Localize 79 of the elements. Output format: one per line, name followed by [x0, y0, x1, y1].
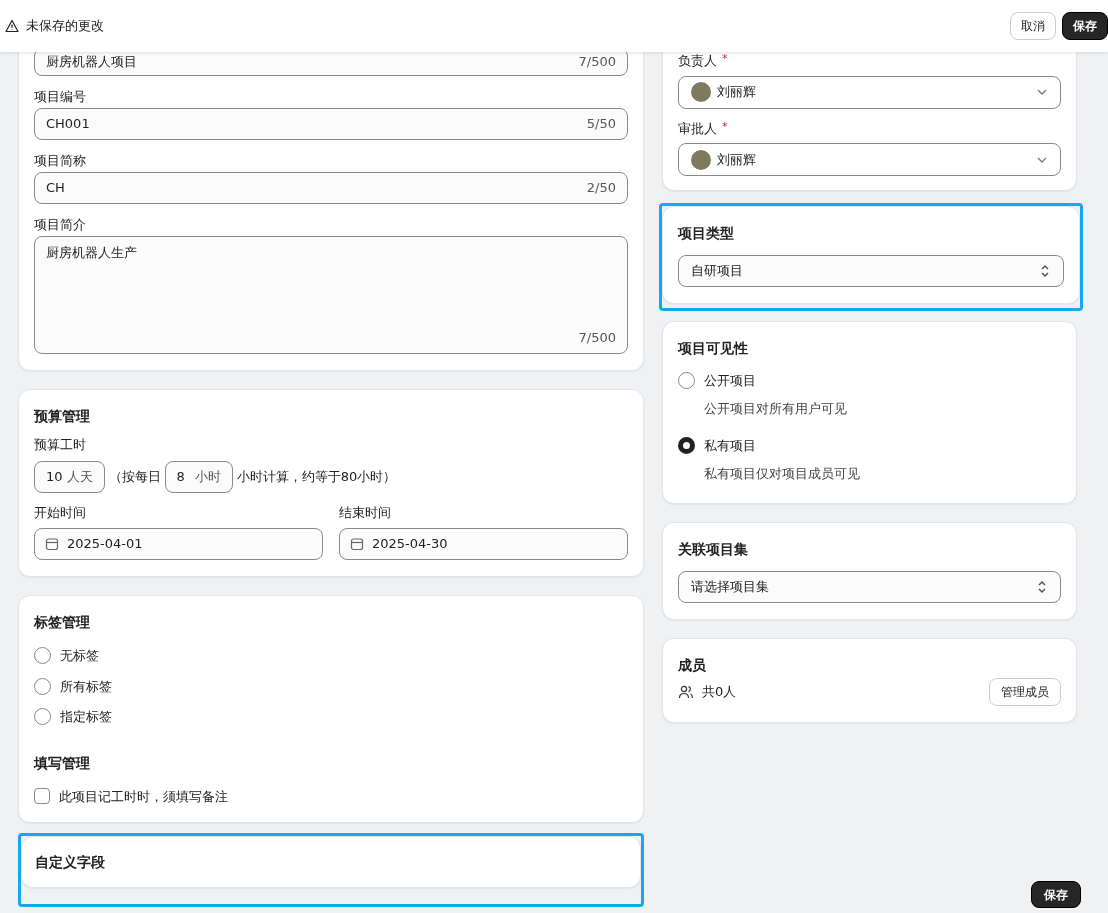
- chevron-updown-icon: [1039, 263, 1051, 279]
- section-title: 项目可见性: [678, 339, 749, 358]
- calendar-icon: [45, 537, 59, 551]
- character-counter: 2/50: [586, 179, 616, 198]
- required-mark: *: [722, 51, 728, 67]
- unit-label: 小时: [194, 467, 221, 486]
- select-placeholder: 请选择项目集: [691, 578, 769, 597]
- users-icon: [678, 684, 694, 700]
- section-title: 成员: [678, 656, 707, 675]
- option-description: 私有项目仅对项目成员可见: [704, 464, 861, 483]
- character-counter: 7/500: [578, 328, 616, 347]
- unit-label: 人天: [66, 467, 93, 486]
- radio-button[interactable]: [678, 372, 695, 390]
- section-title: 预算管理: [34, 407, 91, 426]
- unsaved-changes-text: 未保存的更改: [26, 17, 104, 36]
- date-field[interactable]: 2025-04-01: [34, 528, 323, 560]
- input-field[interactable]: CH001 5/50: [34, 108, 628, 140]
- section-title: 标签管理: [34, 613, 91, 632]
- character-counter: 5/50: [586, 115, 616, 134]
- field-value: 8: [176, 467, 185, 486]
- save-button[interactable]: 保存: [1062, 12, 1108, 40]
- field-label: 负责人: [678, 52, 717, 70]
- chevron-down-icon: [1036, 88, 1048, 96]
- project-set-select[interactable]: 请选择项目集: [678, 571, 1061, 603]
- radio-label: 私有项目: [704, 437, 756, 455]
- chevron-down-icon: [1036, 155, 1048, 164]
- field-label: 项目简称: [34, 152, 87, 170]
- field-label: 项目编号: [34, 88, 87, 106]
- field-value: 2025-04-30: [372, 535, 448, 554]
- type-select[interactable]: 自研项目: [678, 255, 1064, 287]
- radio-label: 无标签: [60, 647, 99, 665]
- radio-button[interactable]: [34, 708, 51, 726]
- person-select[interactable]: 刘丽辉: [678, 143, 1061, 176]
- radio-label: 指定标签: [60, 708, 112, 726]
- character-counter: 7/500: [578, 53, 616, 72]
- avatar: [691, 82, 711, 102]
- checkbox-label: 此项目记工时时，须填写备注: [59, 787, 228, 806]
- radio-button[interactable]: [678, 437, 695, 455]
- radio-button[interactable]: [34, 647, 51, 665]
- required-mark: *: [722, 118, 728, 135]
- input-field[interactable]: CH 2/50: [34, 172, 628, 204]
- field-value: 10: [46, 467, 63, 486]
- field-value: CH: [46, 179, 65, 198]
- days-input[interactable]: 10 人天: [34, 460, 105, 493]
- radio-label: 公开项目: [704, 372, 756, 390]
- radio-button[interactable]: [34, 677, 51, 695]
- field-label: 结束时间: [339, 503, 392, 522]
- section-title: 关联项目集: [678, 540, 749, 559]
- calendar-icon: [350, 537, 364, 551]
- field-value: CH001: [46, 115, 90, 134]
- field-value: 自研项目: [691, 262, 743, 281]
- chevron-updown-icon: [1036, 579, 1048, 595]
- field-value: 刘丽辉: [717, 83, 757, 102]
- field-value: 厨房机器人项目: [46, 53, 137, 72]
- cancel-button[interactable]: 取消: [1010, 12, 1056, 40]
- section-title: 填写管理: [34, 753, 91, 773]
- field-label: 预算工时: [34, 436, 87, 454]
- budget-text: （按每日: [108, 467, 161, 486]
- field-label: 开始时间: [34, 503, 87, 522]
- date-field[interactable]: 2025-04-30: [339, 528, 628, 560]
- textarea-field[interactable]: 厨房机器人生产 7/500: [34, 236, 628, 354]
- section-title: 自定义字段: [35, 852, 105, 872]
- field-value: 2025-04-01: [67, 535, 143, 554]
- avatar: [691, 149, 711, 170]
- checkbox[interactable]: [34, 788, 50, 805]
- member-count: 共0人: [702, 683, 737, 702]
- person-select[interactable]: 刘丽辉: [678, 75, 1061, 109]
- option-description: 公开项目对所有用户可见: [704, 399, 848, 418]
- hours-input[interactable]: 8 小时: [164, 460, 233, 493]
- section-title: 项目类型: [678, 224, 735, 243]
- radio-label: 所有标签: [60, 677, 112, 696]
- budget-text: 小时计算，约等于80小时）: [236, 467, 397, 486]
- field-label: 审批人: [678, 119, 717, 138]
- warning-icon: [5, 19, 19, 33]
- field-label: 项目简介: [34, 216, 87, 234]
- field-value: 刘丽辉: [717, 150, 757, 169]
- manage-members-button[interactable]: 管理成员: [989, 678, 1061, 706]
- field-value: 厨房机器人生产: [46, 244, 138, 262]
- save-button[interactable]: 保存: [1031, 881, 1081, 908]
